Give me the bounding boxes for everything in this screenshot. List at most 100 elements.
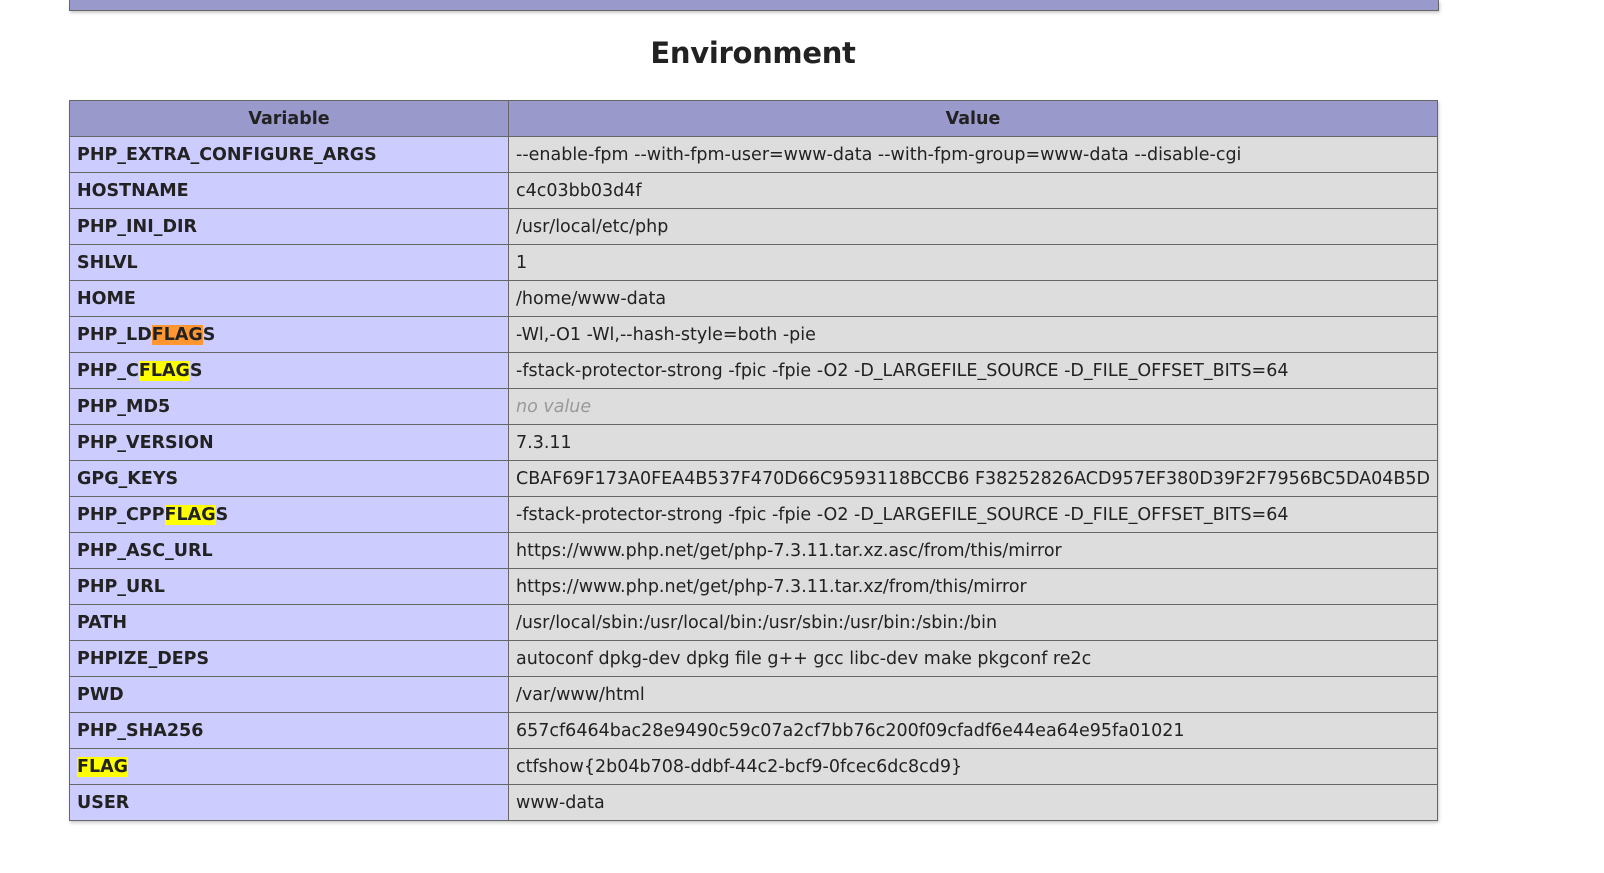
table-row: PHPIZE_DEPS autoconf dpkg-dev dpkg file g… — [69, 640, 1438, 677]
variable-name: PHP_LDFLAGS — [69, 316, 509, 353]
value-text: --enable-fpm --with-fpm-user=www-data --… — [516, 144, 1242, 165]
table-row: PHP_URL https://www.php.net/get/php-7.3.1… — [69, 568, 1438, 605]
variable-value: -fstack-protector-strong -fpic -fpie -O2… — [508, 496, 1438, 533]
value-text: 1 — [516, 252, 528, 273]
value-text: CBAF69F173A0FEA4B537F470D66C9593118BCCB6… — [516, 468, 1430, 489]
value-text: www-data — [516, 792, 605, 813]
variable-value: no value — [508, 388, 1438, 425]
variable-name-text: PHP_LD — [77, 324, 152, 345]
value-text: autoconf dpkg-dev dpkg file g++ gcc libc… — [516, 648, 1092, 669]
value-text: https://www.php.net/get/php-7.3.11.tar.x… — [516, 576, 1027, 597]
table-row: PHP_LDFLAGS -Wl,-O1 -Wl,--hash-style=both… — [69, 316, 1438, 353]
variable-value: autoconf dpkg-dev dpkg file g++ gcc libc… — [508, 640, 1438, 677]
value-text: https://www.php.net/get/php-7.3.11.tar.x… — [516, 540, 1062, 561]
variable-name-text: USER — [77, 792, 130, 813]
table-row: PWD/var/www/html — [69, 676, 1438, 713]
variable-name: GPG_KEYS — [69, 460, 509, 497]
search-highlight: FLAG — [164, 504, 216, 525]
header-variable: Variable — [69, 100, 509, 137]
variable-name: PHP_CPPFLAGS — [69, 496, 509, 533]
table-row: GPG_KEYS CBAF69F173A0FEA4B537F470D66C9593… — [69, 460, 1438, 497]
value-text: -Wl,-O1 -Wl,--hash-style=both -pie — [516, 324, 816, 345]
variable-value: 657cf6464bac28e9490c59c07a2cf7bb76c200f0… — [508, 712, 1438, 749]
table-row: PHP_CFLAGS -fstack-protector-strong -fpic… — [69, 352, 1438, 389]
variable-name: PHP_ASC_URL — [69, 532, 509, 569]
value-text: c4c03bb03d4f — [516, 180, 642, 201]
variable-name: PHP_CFLAGS — [69, 352, 509, 389]
value-text: /usr/local/sbin:/usr/local/bin:/usr/sbin… — [516, 612, 998, 633]
previous-table-bottom — [69, 0, 1439, 11]
table-row: PHP_INI_DIR/usr/local/etc/php — [69, 208, 1438, 245]
variable-value: https://www.php.net/get/php-7.3.11.tar.x… — [508, 532, 1438, 569]
variable-value: -Wl,-O1 -Wl,--hash-style=both -pie — [508, 316, 1438, 353]
variable-name-text: S — [189, 360, 203, 381]
table-row: HOME/home/www-data — [69, 280, 1438, 317]
variable-value: --enable-fpm --with-fpm-user=www-data --… — [508, 136, 1438, 173]
variable-name: PHP_VERSION — [69, 424, 509, 461]
variable-name: PWD — [69, 676, 509, 713]
table-row: PATH/usr/local/sbin:/usr/local/bin:/usr/… — [69, 604, 1438, 641]
variable-name: PHPIZE_DEPS — [69, 640, 509, 677]
variable-name-text: SHLVL — [77, 252, 138, 273]
variable-name: PHP_EXTRA_CONFIGURE_ARGS — [69, 136, 509, 173]
no-value-text: no value — [516, 396, 592, 417]
variable-name: PATH — [69, 604, 509, 641]
variable-name-text: PATH — [77, 612, 127, 633]
table-row: HOSTNAME c4c03bb03d4f — [69, 172, 1438, 209]
search-highlight: FLAG — [151, 324, 203, 345]
value-text: /usr/local/etc/php — [516, 216, 669, 237]
value-text: 657cf6464bac28e9490c59c07a2cf7bb76c200f0… — [516, 720, 1185, 741]
environment-table: Variable Value PHP_EXTRA_CONFIGURE_ARGS -… — [69, 100, 1438, 821]
variable-value: -fstack-protector-strong -fpic -fpie -O2… — [508, 352, 1438, 389]
variable-value: /usr/local/etc/php — [508, 208, 1438, 245]
table-row: FLAG ctfshow{2b04b708-ddbf-44c2-bcf9-0fce… — [69, 748, 1438, 785]
table-row: PHP_VERSION 7.3.11 — [69, 424, 1438, 461]
variable-name: PHP_URL — [69, 568, 509, 605]
value-text: /home/www-data — [516, 288, 667, 309]
value-text: -fstack-protector-strong -fpic -fpie -O2… — [516, 360, 1289, 381]
search-highlight: FLAG — [138, 360, 190, 381]
variable-name-text: S — [215, 504, 229, 525]
value-text: ctfshow{2b04b708-ddbf-44c2-bcf9-0fcec6dc… — [516, 756, 963, 777]
variable-name-text: GPG_KEYS — [77, 468, 179, 489]
variable-value: /usr/local/sbin:/usr/local/bin:/usr/sbin… — [508, 604, 1438, 641]
variable-name-text: HOME — [77, 288, 136, 309]
variable-name-text: PHP_VERSION — [77, 432, 214, 453]
variable-value: c4c03bb03d4f — [508, 172, 1438, 209]
table-row: PHP_SHA256 657cf6464bac28e9490c59c07a2cf7… — [69, 712, 1438, 749]
variable-name: PHP_INI_DIR — [69, 208, 509, 245]
value-text: 7.3.11 — [516, 432, 572, 453]
table-header-row: Variable Value — [69, 100, 1438, 137]
header-value: Value — [508, 100, 1438, 137]
variable-name: PHP_MD5 — [69, 388, 509, 425]
variable-name-text: PWD — [77, 684, 124, 705]
variable-name-text: PHP_C — [77, 360, 139, 381]
variable-name-text: PHP_SHA256 — [77, 720, 204, 741]
variable-value: /var/www/html — [508, 676, 1438, 713]
variable-name: HOSTNAME — [69, 172, 509, 209]
search-highlight: FLAG — [77, 756, 129, 777]
variable-value: CBAF69F173A0FEA4B537F470D66C9593118BCCB6… — [508, 460, 1438, 497]
variable-name: HOME — [69, 280, 509, 317]
table-row: USER www-data — [69, 784, 1438, 821]
variable-name: PHP_SHA256 — [69, 712, 509, 749]
variable-name-text: PHPIZE_DEPS — [77, 648, 210, 669]
value-text: -fstack-protector-strong -fpic -fpie -O2… — [516, 504, 1289, 525]
variable-value: /home/www-data — [508, 280, 1438, 317]
section-title: Environment — [650, 36, 856, 70]
variable-value: 1 — [508, 244, 1438, 281]
variable-value: https://www.php.net/get/php-7.3.11.tar.x… — [508, 568, 1438, 605]
variable-name-text: PHP_INI_DIR — [77, 216, 197, 237]
variable-name-text: PHP_CPP — [77, 504, 165, 525]
table-row: PHP_ASC_URL https://www.php.net/get/php-7… — [69, 532, 1438, 569]
variable-name-text: PHP_MD5 — [77, 396, 171, 417]
variable-name-text: HOSTNAME — [77, 180, 189, 201]
value-text: /var/www/html — [516, 684, 645, 705]
variable-value: ctfshow{2b04b708-ddbf-44c2-bcf9-0fcec6dc… — [508, 748, 1438, 785]
table-row: PHP_MD5 no value — [69, 388, 1438, 425]
variable-value: 7.3.11 — [508, 424, 1438, 461]
variable-name-text: S — [202, 324, 216, 345]
variable-name-text: PHP_ASC_URL — [77, 540, 213, 561]
table-row: SHLVL 1 — [69, 244, 1438, 281]
variable-name: USER — [69, 784, 509, 821]
